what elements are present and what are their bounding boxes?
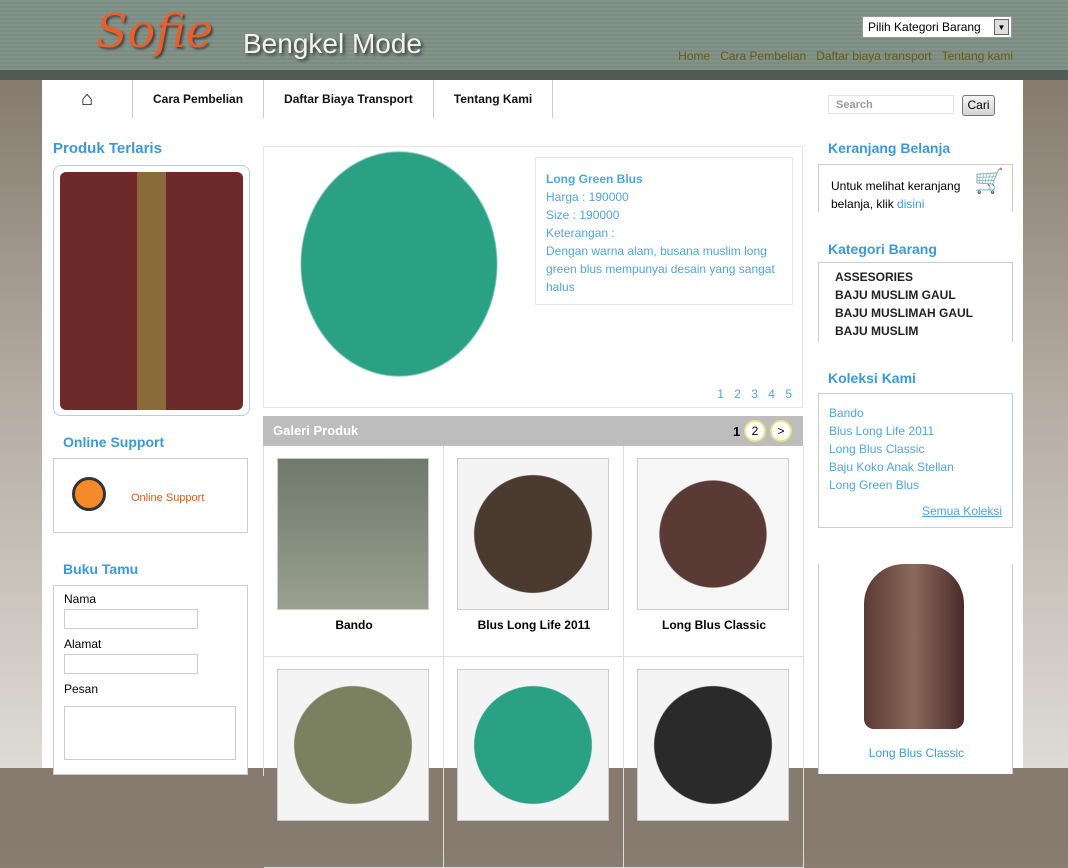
gallery-item[interactable]: Long Blus Classic	[624, 446, 804, 657]
nav-cara-pembelian[interactable]: Cara Pembelian	[133, 80, 265, 118]
collection-title: Koleksi Kami	[828, 370, 916, 386]
header-band	[0, 70, 1068, 80]
nav-daftar-biaya[interactable]: Daftar Biaya Transport	[264, 80, 434, 118]
category-title: Kategori Barang	[828, 241, 937, 257]
gallery-current-page: 1	[733, 424, 741, 439]
best-seller-product[interactable]	[53, 165, 250, 416]
slider-price: Harga : 190000	[546, 190, 629, 204]
featured-caption[interactable]: Long Blus Classic	[819, 746, 1014, 760]
cart-link[interactable]: disini	[897, 197, 924, 211]
gallery-item[interactable]	[444, 657, 624, 868]
top-link-transport[interactable]: Daftar biaya transport	[816, 49, 931, 63]
gallery-header: Galeri Produk 1 2 >	[263, 416, 803, 446]
gallery-item-image[interactable]	[277, 669, 429, 821]
logo-script[interactable]: Sofie	[96, 4, 213, 58]
gallery-item-image[interactable]	[457, 669, 609, 821]
slider-image[interactable]	[274, 147, 524, 407]
top-link-cara[interactable]: Cara Pembelian	[720, 49, 806, 63]
category-item[interactable]: ASSESORIES	[835, 268, 996, 286]
collection-item[interactable]: Long Green Blus	[829, 476, 1002, 494]
top-link-home[interactable]: Home	[678, 49, 710, 63]
gallery-item-caption[interactable]: Bando	[264, 610, 444, 640]
gallery-item-image[interactable]	[457, 458, 609, 610]
support-headset-icon	[72, 477, 106, 511]
gallery-page-2[interactable]: 2	[744, 420, 766, 442]
gallery-item[interactable]	[624, 657, 804, 868]
category-item[interactable]: BAJU MUSLIM GAUL	[835, 286, 996, 304]
slider-size: Size : 190000	[546, 208, 620, 222]
all-collections-link[interactable]: Semua Koleksi	[829, 502, 1002, 520]
pesan-textarea[interactable]	[64, 706, 236, 760]
gallery-item-image[interactable]	[637, 458, 789, 610]
cart-text: Untuk melihat keranjang belanja, klik	[831, 179, 961, 211]
featured-image	[864, 564, 964, 729]
category-item[interactable]: BAJU MUSLIM	[835, 322, 996, 340]
top-links: Home Cara Pembelian Daftar biaya transport…	[668, 49, 1013, 63]
cart-box: Untuk melihat keranjang belanja, klik di…	[818, 164, 1013, 212]
gallery-item[interactable]: Bando	[264, 446, 444, 657]
collection-item[interactable]: Bando	[829, 404, 1002, 422]
best-seller-title: Produk Terlaris	[53, 140, 162, 157]
gallery-title: Galeri Produk	[273, 423, 359, 438]
guestbook-form: Nama Alamat Pesan	[53, 585, 248, 775]
cart-title: Keranjang Belanja	[828, 140, 951, 156]
category-select[interactable]: Pilih Kategori Barang ▼	[862, 16, 1012, 38]
top-link-tentang[interactable]: Tentang kami	[942, 49, 1013, 63]
search-input[interactable]: Search	[828, 95, 954, 114]
gallery-item-caption[interactable]: Blus Long Life 2011	[444, 610, 624, 640]
home-icon[interactable]: ⌂	[42, 80, 133, 118]
chevron-down-icon: ▼	[994, 19, 1009, 35]
collection-list: Bando Blus Long Life 2011 Long Blus Clas…	[818, 393, 1013, 528]
category-item[interactable]: BAJU MUSLIMAH GAUL	[835, 304, 996, 322]
slider-product-title[interactable]: Long Green Blus	[546, 170, 782, 188]
gallery-item[interactable]: Blus Long Life 2011	[444, 446, 624, 657]
collection-item[interactable]: Blus Long Life 2011	[829, 422, 1002, 440]
gallery-item-image[interactable]	[637, 669, 789, 821]
label-alamat: Alamat	[64, 637, 102, 651]
gallery-grid: Bando Blus Long Life 2011 Long Blus Classi…	[263, 446, 804, 868]
slider-pagination[interactable]: 1 2 3 4 5	[717, 387, 792, 401]
main-nav: ⌂ Cara Pembelian Daftar Biaya Transport …	[42, 80, 554, 118]
cart-icon: 🛒	[974, 168, 1004, 195]
collection-item[interactable]: Long Blus Classic	[829, 440, 1002, 458]
online-support-label[interactable]: Online Support	[131, 492, 204, 504]
gallery-item-caption[interactable]: Long Blus Classic	[624, 610, 804, 640]
gallery-item[interactable]	[264, 657, 444, 868]
page-container: ⌂ Cara Pembelian Daftar Biaya Transport …	[42, 80, 1023, 868]
slider-desc-label: Keterangan :	[546, 226, 615, 240]
category-select-value: Pilih Kategori Barang	[868, 20, 981, 34]
header: Sofie Bengkel Mode Pilih Kategori Barang…	[0, 0, 1068, 70]
gallery-next-button[interactable]: >	[770, 420, 792, 442]
gallery-item-image[interactable]	[277, 458, 429, 610]
slider-info: Long Green Blus Harga : 190000 Size : 19…	[535, 157, 793, 305]
featured-product[interactable]: Long Blus Classic	[818, 564, 1013, 774]
collection-item[interactable]: Baju Koko Anak Stellan	[829, 458, 1002, 476]
online-support-title: Online Support	[63, 434, 165, 450]
slider-desc: Dengan warna alam, busana muslim long gr…	[546, 244, 775, 294]
online-support-box[interactable]: Online Support	[53, 458, 248, 533]
label-nama: Nama	[64, 592, 97, 606]
label-pesan: Pesan	[64, 682, 99, 696]
guestbook-title: Buku Tamu	[63, 561, 139, 577]
alamat-input[interactable]	[64, 654, 198, 674]
product-slider: Long Green Blus Harga : 190000 Size : 19…	[263, 146, 803, 408]
category-list: ASSESORIES BAJU MUSLIM GAUL BAJU MUSLIMA…	[818, 262, 1013, 342]
search-button[interactable]: Cari	[962, 95, 995, 116]
best-seller-image	[60, 172, 243, 410]
logo-text[interactable]: Bengkel Mode	[243, 28, 422, 60]
nav-tentang-kami[interactable]: Tentang Kami	[434, 80, 554, 118]
nama-input[interactable]	[64, 609, 198, 629]
